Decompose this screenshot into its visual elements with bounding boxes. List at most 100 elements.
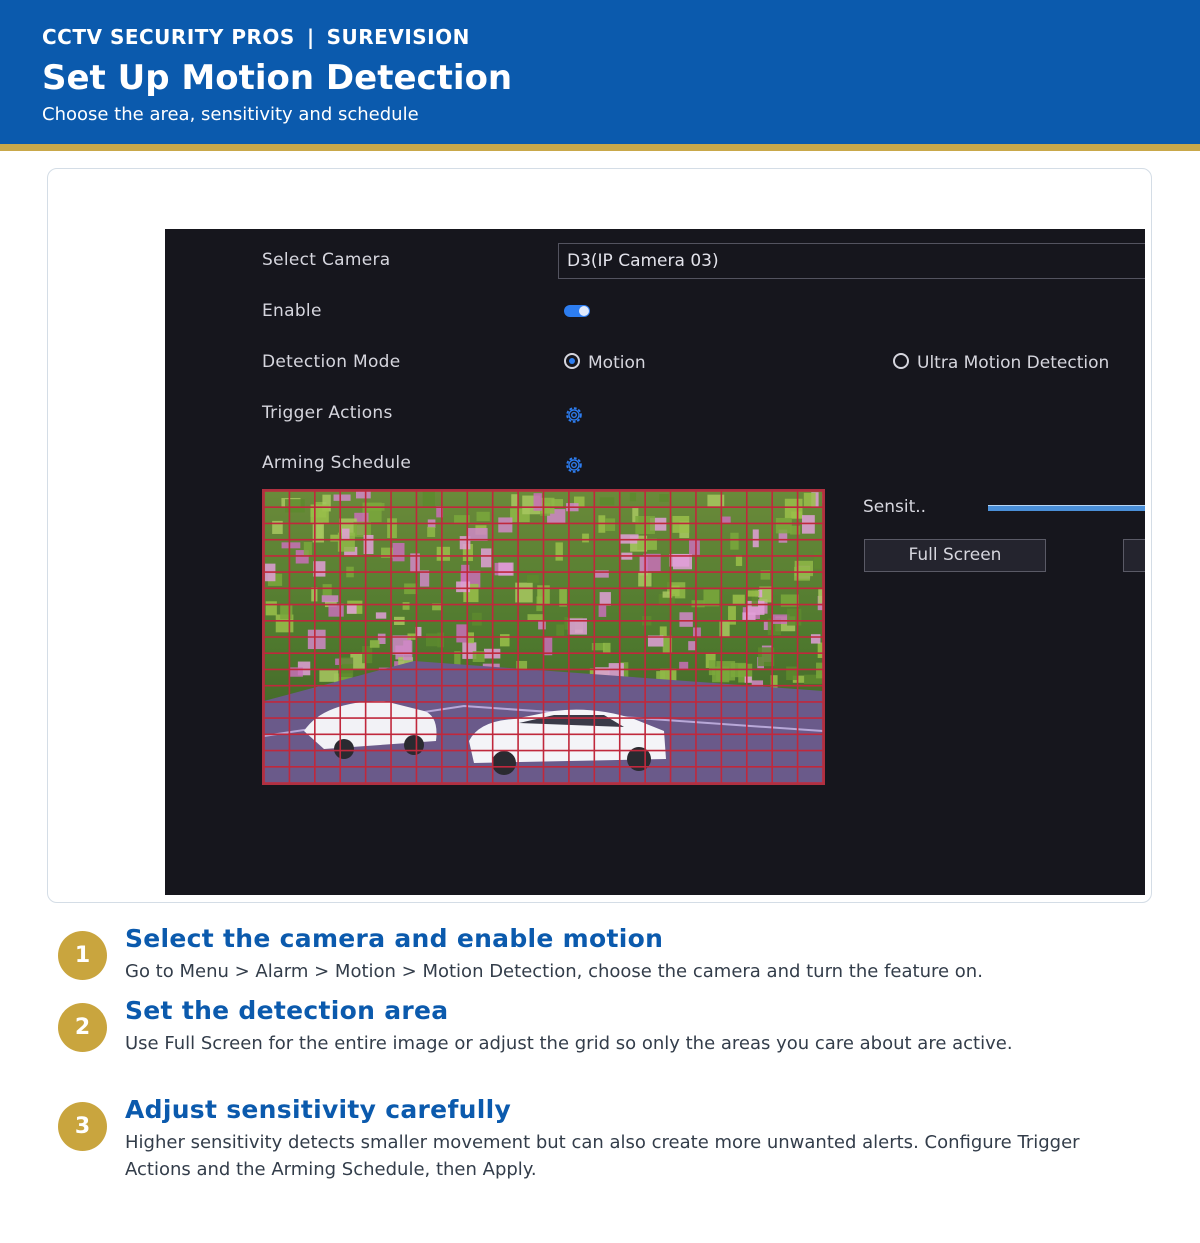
foliage-patch xyxy=(403,640,413,661)
foliage-patch xyxy=(747,590,760,597)
foliage-patch xyxy=(691,600,705,608)
select-camera-label: Select Camera xyxy=(262,250,391,270)
foliage-patch xyxy=(533,493,542,511)
foliage-patch xyxy=(322,584,332,596)
foliage-patch xyxy=(803,492,816,507)
foliage-patch xyxy=(728,606,736,625)
foliage-patch xyxy=(265,601,277,616)
page-header: CCTV SECURITY PROS | SUREVISION Set Up Mot… xyxy=(0,0,1200,144)
page-subtitle: Choose the area, sensitivity and schedul… xyxy=(42,104,419,125)
clear-button-partial[interactable] xyxy=(1123,539,1145,572)
foliage-patch xyxy=(598,604,607,617)
foliage-patch xyxy=(653,571,672,588)
foliage-patch xyxy=(742,612,756,622)
foliage-patch xyxy=(427,526,436,538)
foliage-patch xyxy=(672,515,690,533)
foliage-patch xyxy=(771,614,790,624)
foliage-patch xyxy=(813,551,821,569)
foliage-patch xyxy=(307,629,326,650)
foliage-patch xyxy=(333,494,351,501)
foliage-patch xyxy=(659,626,667,637)
step-text: Use Full Screen for the entire image or … xyxy=(125,1033,1013,1054)
foliage-patch xyxy=(456,624,468,643)
foliage-patch xyxy=(422,491,435,508)
foliage-patch xyxy=(321,595,339,603)
foliage-patch xyxy=(319,670,339,682)
step-text: Go to Menu > Alarm > Motion > Motion Det… xyxy=(125,961,983,982)
foliage-patch xyxy=(476,511,490,522)
foliage-patch xyxy=(556,624,565,636)
enable-toggle[interactable] xyxy=(564,305,590,317)
foliage-patch xyxy=(689,539,700,555)
foliage-patch xyxy=(285,499,305,513)
step-title: Set the detection area xyxy=(125,996,449,1025)
foliage-patch xyxy=(499,634,510,647)
foliage-patch xyxy=(582,533,589,543)
enable-label: Enable xyxy=(262,301,322,321)
foliage-patch xyxy=(744,676,752,683)
foliage-patch xyxy=(425,633,440,647)
foliage-patch xyxy=(392,542,405,562)
foliage-patch xyxy=(602,642,611,654)
step-text: Higher sensitivity detects smaller movem… xyxy=(125,1132,1080,1180)
foliage-patch xyxy=(786,666,798,681)
step-title: Adjust sensitivity carefully xyxy=(125,1095,512,1124)
radio-motion-label: Motion xyxy=(588,353,646,373)
dvr-motion-settings-screen: Select Camera D3(IP Camera 03) Enable De… xyxy=(165,229,1145,895)
radio-motion[interactable] xyxy=(564,353,580,369)
foliage-patch xyxy=(693,627,701,638)
foliage-patch xyxy=(810,634,821,644)
page-title: Set Up Motion Detection xyxy=(42,58,513,98)
foliage-patch xyxy=(735,555,743,566)
brand-line: CCTV SECURITY PROS | SUREVISION xyxy=(42,25,470,49)
radio-ultra-motion[interactable] xyxy=(893,353,909,369)
arming-schedule-label: Arming Schedule xyxy=(262,453,412,473)
foliage-patch xyxy=(708,660,716,676)
foliage-patch xyxy=(716,661,736,681)
step-number-badge: 3 xyxy=(58,1102,107,1151)
foliage-patch xyxy=(794,566,810,581)
foliage-patch xyxy=(752,529,759,548)
foliage-patch xyxy=(790,525,801,535)
foliage-patch xyxy=(511,494,518,507)
foliage-patch xyxy=(599,497,615,506)
foliage-patch xyxy=(356,491,371,499)
motion-grid-preview xyxy=(264,491,823,783)
foliage-patch xyxy=(369,640,380,648)
foliage-patch xyxy=(730,532,739,550)
foliage-patch xyxy=(498,517,513,533)
foliage-patch xyxy=(280,605,293,619)
foliage-patch xyxy=(816,662,823,679)
step-number-badge: 1 xyxy=(58,931,107,980)
sensitivity-label: Sensit.. xyxy=(863,497,927,517)
foliage-patch xyxy=(688,641,697,651)
detection-mode-label: Detection Mode xyxy=(262,352,401,372)
gear-icon[interactable] xyxy=(563,404,585,426)
foliage-patch xyxy=(346,605,357,614)
foliage-patch xyxy=(670,585,680,597)
foliage-patch xyxy=(498,562,514,576)
trigger-actions-label: Trigger Actions xyxy=(262,403,393,423)
foliage-patch xyxy=(281,542,301,549)
foliage-patch xyxy=(480,548,492,568)
foliage-patch xyxy=(732,594,745,605)
foliage-patch xyxy=(599,592,611,606)
full-screen-button[interactable]: Full Screen xyxy=(864,539,1046,572)
foliage-patch xyxy=(555,542,563,561)
brand-name: CCTV SECURITY PROS xyxy=(42,25,295,49)
sensitivity-slider[interactable] xyxy=(988,505,1145,511)
radio-ultra-motion-label: Ultra Motion Detection xyxy=(917,353,1110,373)
camera-select[interactable]: D3(IP Camera 03) xyxy=(558,243,1145,279)
foliage-patch xyxy=(526,575,539,583)
foliage-patch xyxy=(328,603,344,617)
partner-name: SUREVISION xyxy=(326,25,470,49)
foliage-patch xyxy=(540,497,555,514)
foliage-patch xyxy=(659,494,669,502)
camera-preview-grid[interactable] xyxy=(262,489,825,785)
step-title: Select the camera and enable motion xyxy=(125,924,664,953)
foliage-patch xyxy=(303,542,312,556)
gear-icon[interactable] xyxy=(563,454,585,476)
foliage-patch xyxy=(784,498,803,519)
foliage-patch xyxy=(472,612,482,626)
toggle-knob xyxy=(579,306,589,316)
